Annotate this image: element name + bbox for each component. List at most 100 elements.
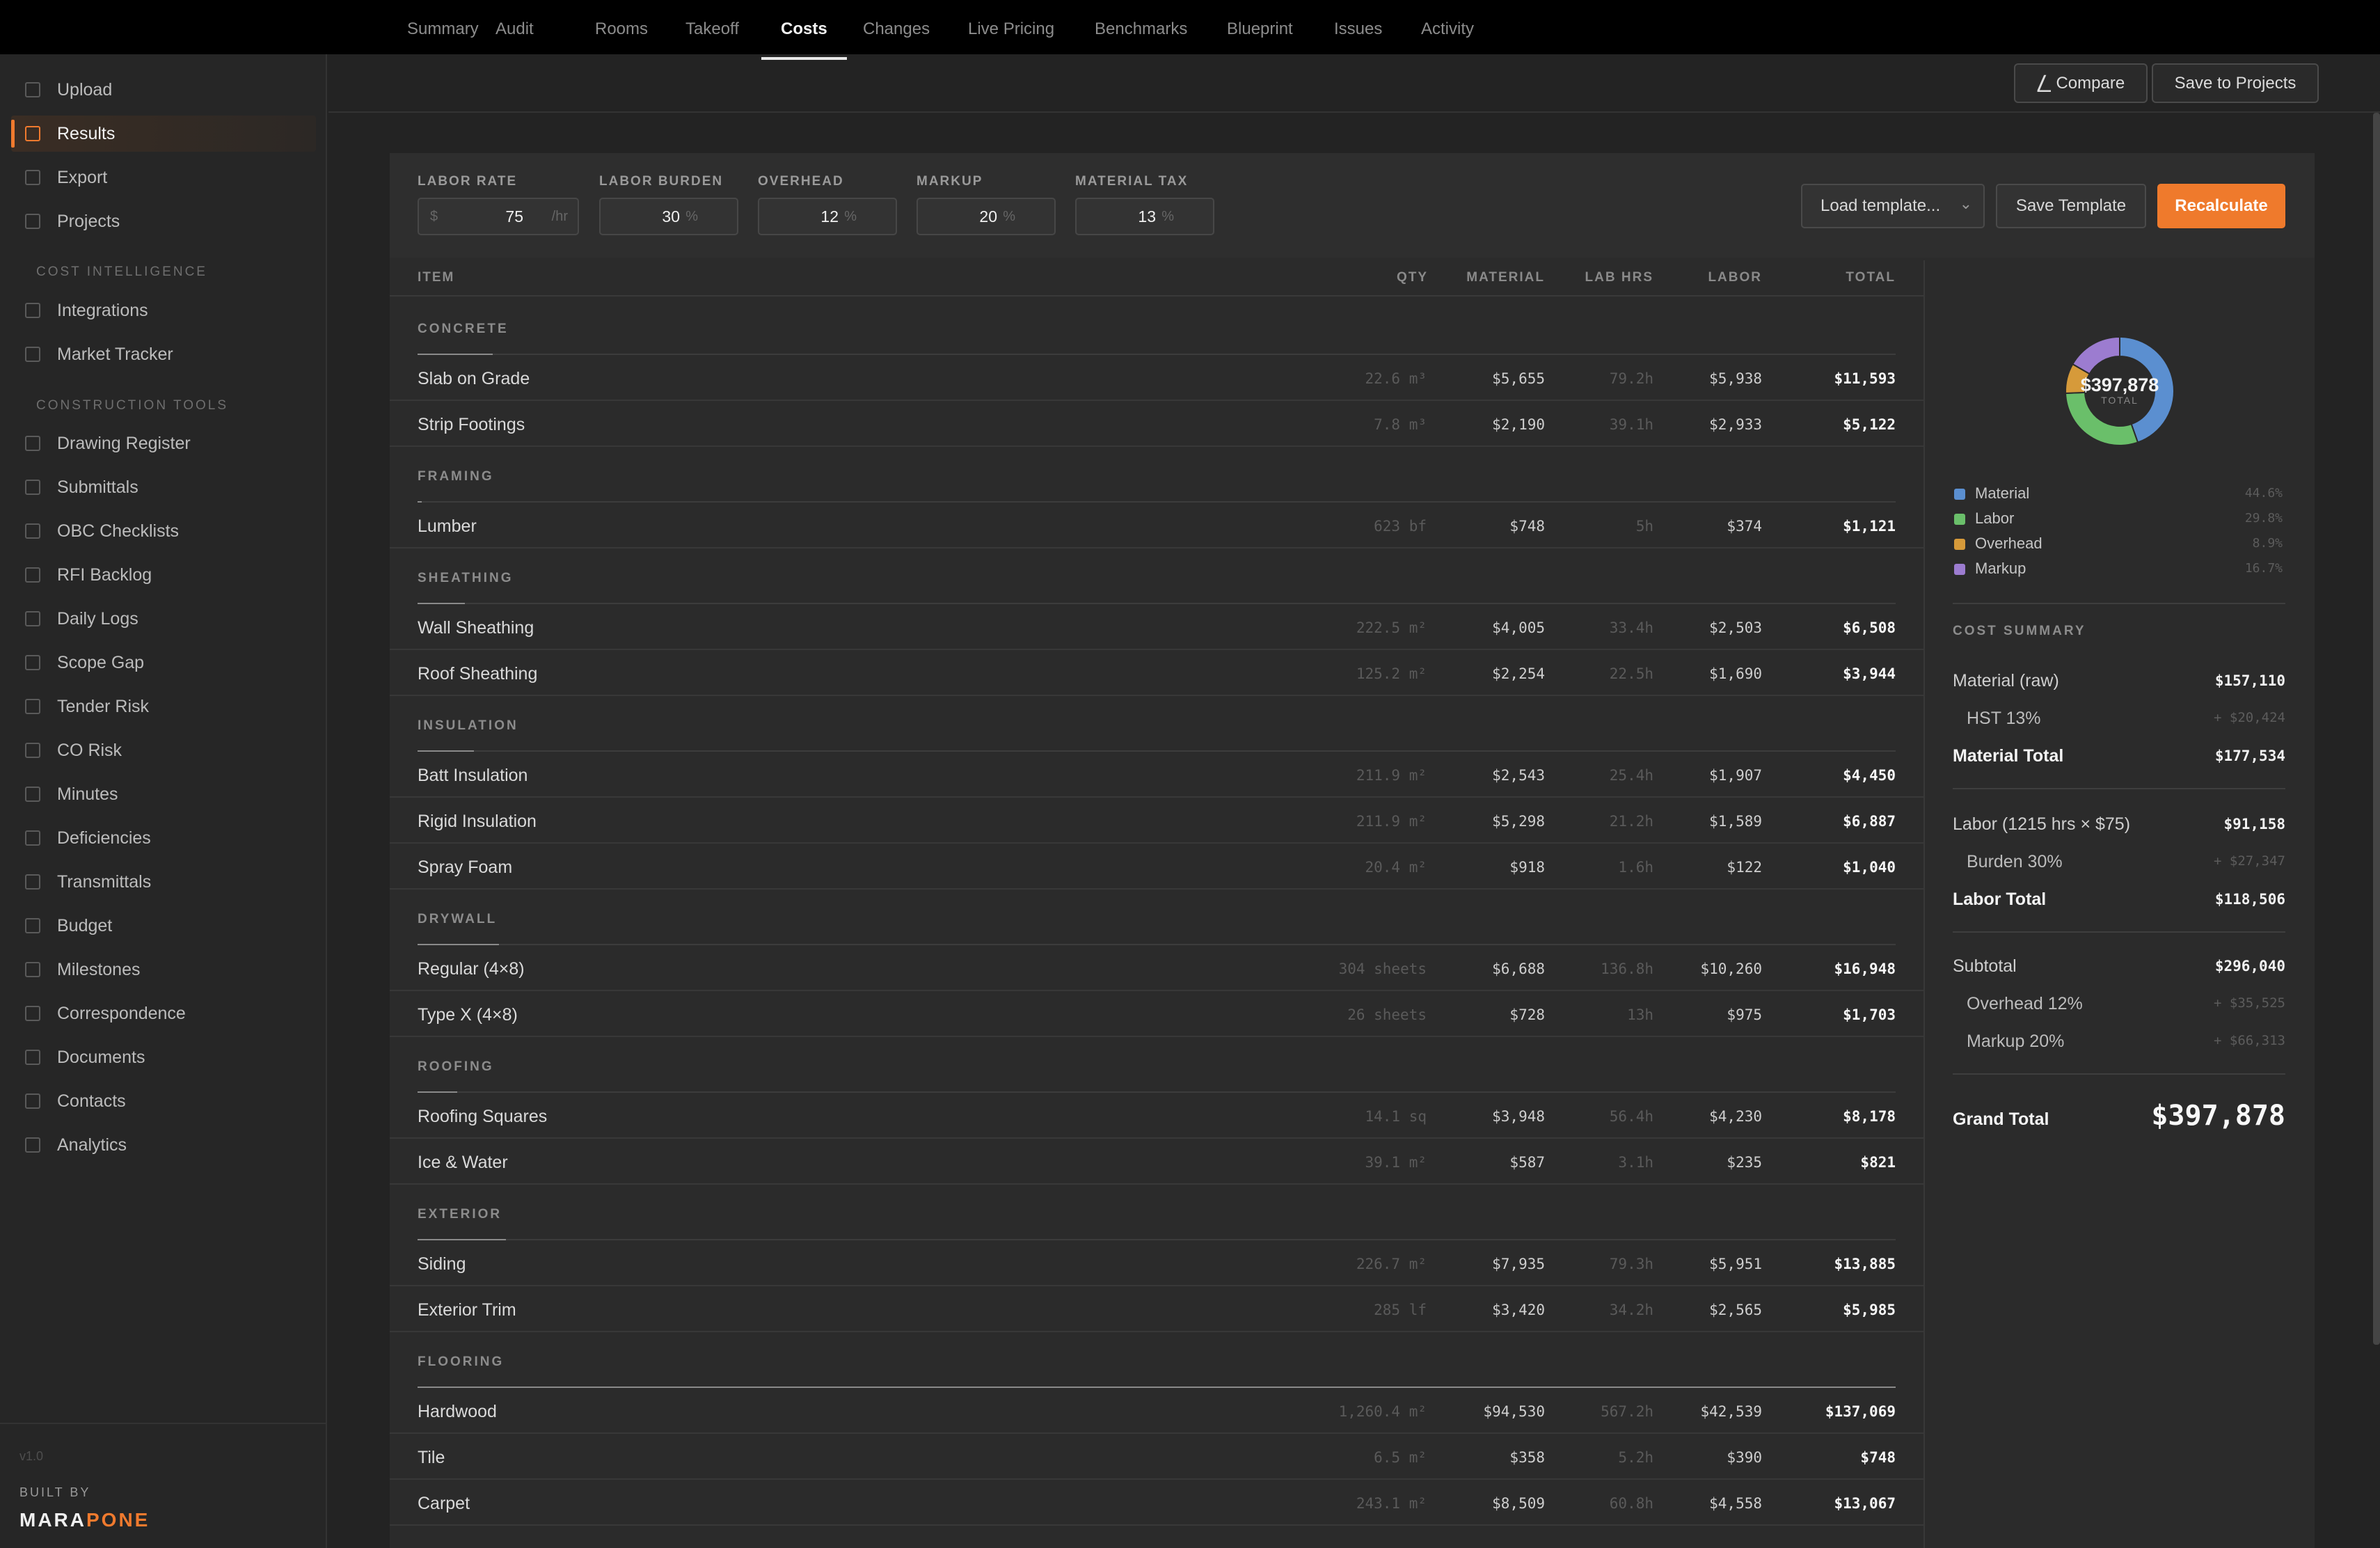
table-row[interactable]: Slab on Grade 22.6 m³ $5,655 79.2h $5,938 $11… [390,355,1923,401]
divider [1953,788,2285,789]
brand-logo[interactable]: MARAPONE [19,1509,150,1531]
table-row[interactable]: Ice & Water 39.1 m² $587 3.1h $235 $821 [390,1139,1923,1185]
category-heading: FRAMING [418,469,494,484]
sidebar-item-label: Milestones [57,959,141,979]
sidebar-item-label: Transmittals [57,871,152,892]
sidebar-item-minutes[interactable]: Minutes [11,776,316,812]
tab-rooms[interactable]: Rooms [595,0,648,58]
row-total: $13,885 [1834,1256,1896,1272]
tab-blueprint[interactable]: Blueprint [1227,0,1293,58]
row-total: $5,122 [1843,416,1896,433]
sidebar-item-results[interactable]: Results [11,116,316,152]
sidebar-item-integrations[interactable]: Integrations [11,292,316,329]
sidebar-item-label: Correspondence [57,1003,186,1023]
sidebar-item-transmittals[interactable]: Transmittals [11,864,316,900]
sidebar-item-daily-logs[interactable]: Daily Logs [11,601,316,637]
page-scrollbar[interactable] [2373,113,2380,1345]
tab-changes[interactable]: Changes [863,0,930,58]
donut-segment-markup[interactable] [2072,335,2120,375]
sidebar-item-co-risk[interactable]: CO Risk [11,732,316,768]
row-qty: 623 bf [1374,518,1427,535]
table-row[interactable]: Spray Foam 20.4 m² $918 1.6h $122 $1,040 [390,844,1923,890]
tab-audit[interactable]: Audit [495,0,534,58]
sidebar-item-label: Export [57,167,108,187]
tab-summary[interactable]: Summary [407,0,479,58]
table-row[interactable]: Wall Sheathing 222.5 m² $4,005 33.4h $2,503 $… [390,604,1923,650]
analytics-icon [25,1137,40,1153]
documents-icon [25,1050,40,1065]
markup-label: MARKUP [917,174,983,189]
labor-rate-input[interactable]: $ 75 /hr [418,198,579,235]
upload-icon [25,82,40,97]
row-total: $137,069 [1825,1403,1896,1420]
table-row[interactable]: Strip Footings 7.8 m³ $2,190 39.1h $2,933 $5,… [390,401,1923,447]
grand-total-value: $397,878 [2151,1100,2285,1132]
table-row[interactable]: Hardwood 1,260.4 m² $94,530 567.2h $42,539 $1… [390,1388,1923,1434]
table-row[interactable]: Batt Insulation 211.9 m² $2,543 25.4h $1,907… [390,752,1923,798]
tab-issues[interactable]: Issues [1334,0,1382,58]
table-row[interactable]: Tile 6.5 m² $358 5.2h $390 $748 [390,1434,1923,1480]
tab-costs[interactable]: Costs [761,0,847,60]
sidebar-item-budget[interactable]: Budget [11,908,316,944]
table-row[interactable]: Regular (4×8) 304 sheets $6,688 136.8h $10,2… [390,945,1923,991]
sidebar-item-milestones[interactable]: Milestones [11,951,316,988]
tab-benchmarks[interactable]: Benchmarks [1095,0,1187,58]
row-labor: $2,565 [1709,1302,1762,1318]
sidebar-item-analytics[interactable]: Analytics [11,1127,316,1163]
sidebar-item-projects[interactable]: Projects [11,203,316,239]
sidebar-item-upload[interactable]: Upload [11,72,316,108]
markup-input[interactable]: 20 % [917,198,1056,235]
sidebar-item-contacts[interactable]: Contacts [11,1083,316,1119]
table-row[interactable]: Rigid Insulation 211.9 m² $5,298 21.2h $1,58… [390,798,1923,844]
row-total: $821 [1860,1154,1896,1171]
table-row[interactable]: Type X (4×8) 26 sheets $728 13h $975 $1,703 [390,991,1923,1037]
load-template-select[interactable]: Load template... ⌄ [1801,184,1985,228]
sidebar-item-export[interactable]: Export [11,159,316,196]
compare-button[interactable]: ⎳ Compare [2014,63,2148,103]
row-material: $2,254 [1492,665,1545,682]
donut-total-value: $397,878 [2081,374,2159,395]
sidebar-item-obc-checklists[interactable]: OBC Checklists [11,513,316,549]
row-labor: $4,558 [1709,1495,1762,1512]
summary-overhead: Overhead 12% + $35,525 [1967,994,2285,1013]
sidebar-item-scope-gap[interactable]: Scope Gap [11,645,316,681]
sidebar-item-deficiencies[interactable]: Deficiencies [11,820,316,856]
sidebar-item-market-tracker[interactable]: Market Tracker [11,336,316,372]
row-item: Batt Insulation [418,766,528,785]
results-icon [25,126,40,141]
table-row[interactable]: Roof Sheathing 125.2 m² $2,254 22.5h $1,690 $… [390,650,1923,696]
row-total: $1,121 [1843,518,1896,535]
tab-takeoff[interactable]: Takeoff [685,0,739,58]
tab-live-pricing[interactable]: Live Pricing [968,0,1054,58]
row-total: $4,450 [1843,767,1896,784]
recalculate-button[interactable]: Recalculate [2157,184,2285,228]
sidebar-item-submittals[interactable]: Submittals [11,469,316,505]
table-row[interactable]: Exterior Trim 285 lf $3,420 34.2h $2,565 $5,9… [390,1286,1923,1332]
sidebar-item-label: OBC Checklists [57,521,180,541]
row-item: Exterior Trim [418,1300,516,1320]
table-row[interactable]: Carpet 243.1 m² $8,509 60.8h $4,558 $13,067 [390,1480,1923,1526]
row-lab-hrs: 3.1h [1618,1154,1653,1171]
tab-activity[interactable]: Activity [1421,0,1474,58]
sidebar-item-rfi-backlog[interactable]: RFI Backlog [11,557,316,593]
table-row[interactable]: Lumber 623 bf $748 5h $374 $1,121 [390,503,1923,548]
sidebar-item-label: Tender Risk [57,696,149,716]
labor-burden-input[interactable]: 30 % [599,198,738,235]
row-item: Roof Sheathing [418,664,538,684]
sidebar-item-drawing-register[interactable]: Drawing Register [11,425,316,461]
overhead-input[interactable]: 12 % [758,198,897,235]
sidebar-item-documents[interactable]: Documents [11,1039,316,1075]
row-material: $728 [1509,1006,1545,1023]
material-tax-input[interactable]: 13 % [1075,198,1214,235]
sidebar-item-correspondence[interactable]: Correspondence [11,995,316,1032]
row-labor: $390 [1727,1449,1762,1466]
row-material: $4,005 [1492,619,1545,636]
sidebar-item-tender-risk[interactable]: Tender Risk [11,688,316,725]
row-qty: 222.5 m² [1356,619,1427,636]
save-template-button[interactable]: Save Template [1996,184,2146,228]
row-item: Slab on Grade [418,369,530,388]
save-to-projects-button[interactable]: Save to Projects [2152,63,2319,103]
table-row[interactable]: Siding 226.7 m² $7,935 79.3h $5,951 $13,885 [390,1240,1923,1286]
table-row[interactable]: Roofing Squares 14.1 sq $3,948 56.4h $4,230 $… [390,1093,1923,1139]
built-by-label: BUILT BY [19,1485,91,1499]
